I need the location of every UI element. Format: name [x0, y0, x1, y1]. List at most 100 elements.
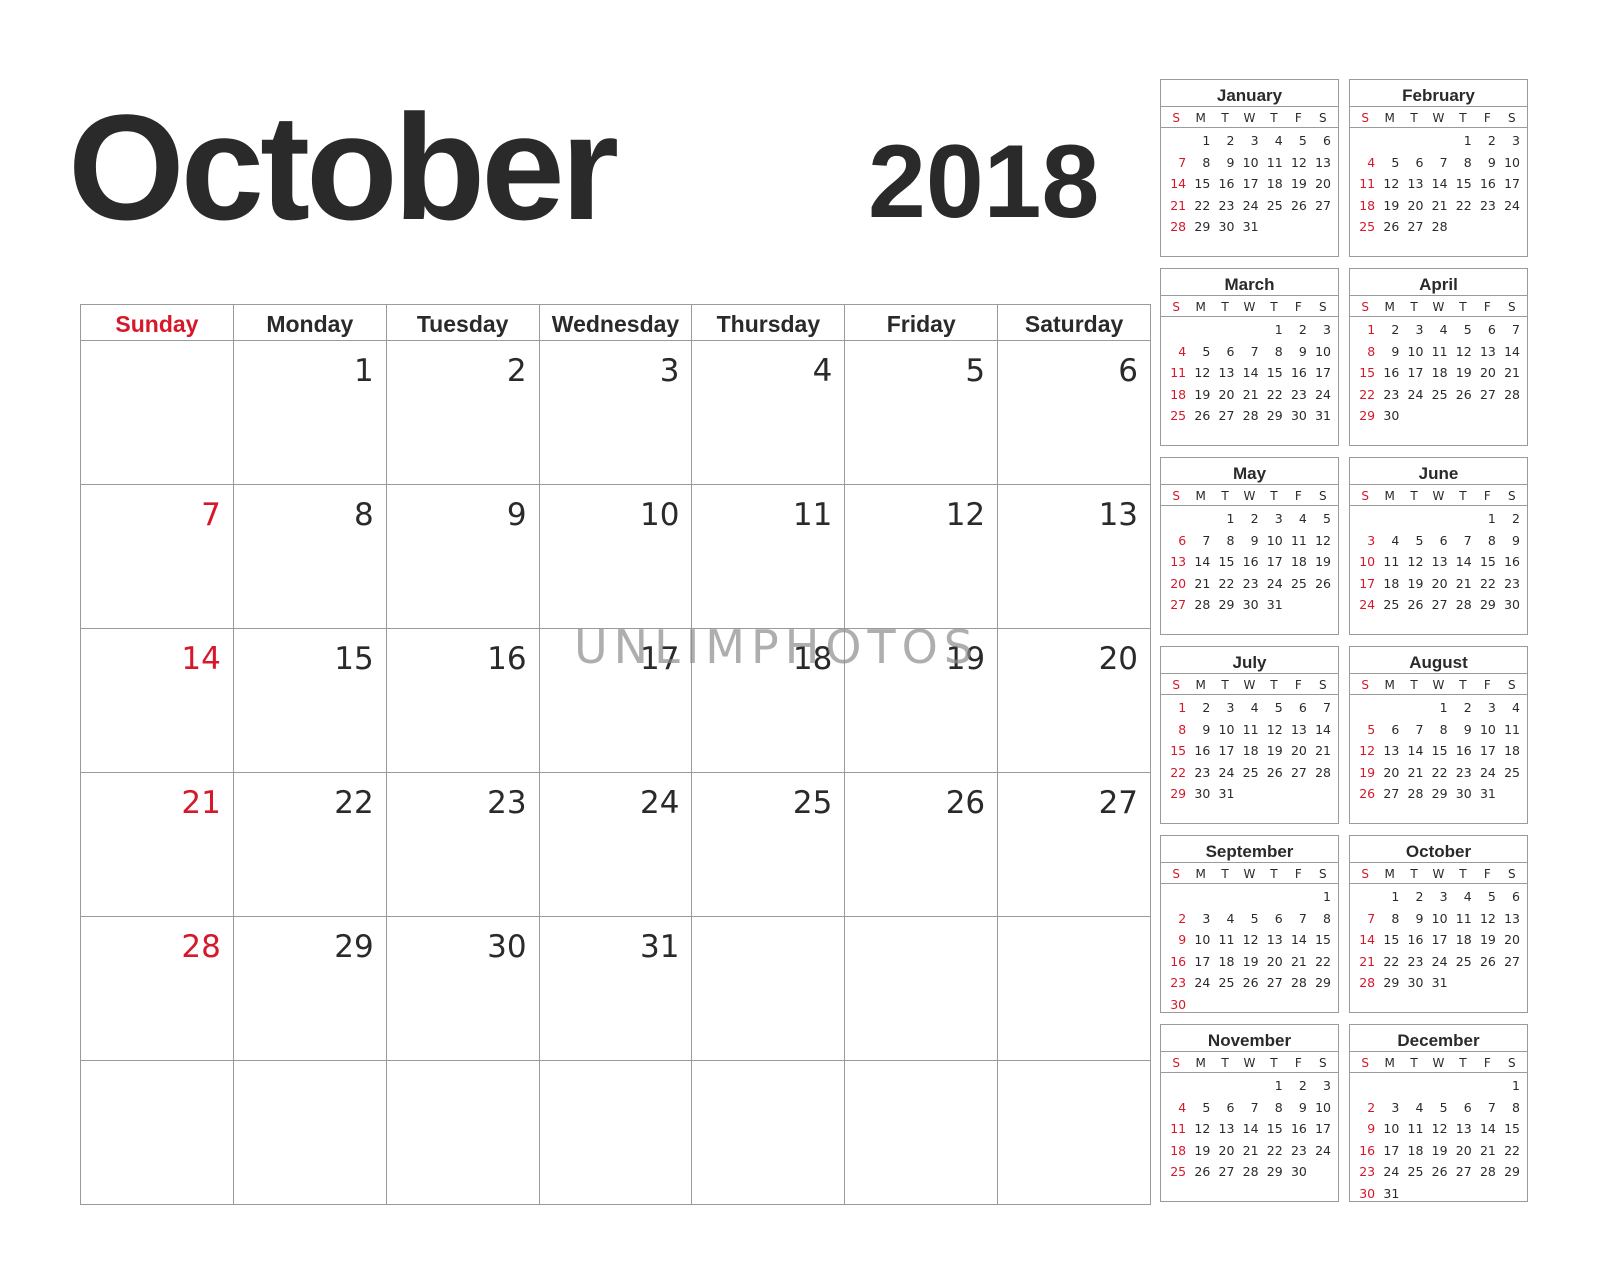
mini-day: 19	[1383, 197, 1400, 213]
mini-day: 29	[1504, 1164, 1520, 1179]
day-cell[interactable]: 17	[538, 629, 692, 772]
mini-month-title: November	[1161, 1025, 1338, 1052]
day-cell[interactable]: 20	[997, 629, 1150, 772]
mini-weekday-label: W	[1432, 1056, 1445, 1070]
mini-day: 17	[1242, 176, 1259, 191]
day-cell[interactable]: 23	[385, 773, 539, 916]
mini-day: 5	[1298, 133, 1307, 148]
mini-day: 8	[1226, 532, 1235, 548]
mini-day: 24	[1194, 975, 1211, 990]
mini-day: 3	[1226, 700, 1235, 715]
mini-day: 28	[1407, 786, 1424, 801]
mini-day: 16	[1504, 554, 1520, 569]
day-cell[interactable]: 25	[691, 773, 844, 916]
day-cell[interactable]: 18	[691, 629, 844, 772]
day-cell[interactable]: 6	[997, 341, 1150, 484]
day-cell[interactable]: 10	[538, 485, 692, 628]
day-cell[interactable]	[385, 1061, 539, 1204]
day-cell[interactable]	[997, 917, 1150, 1060]
mini-weekday-label: S	[1318, 111, 1327, 125]
day-cell[interactable]	[81, 341, 233, 484]
mini-day: 22	[1266, 1142, 1283, 1158]
day-cell[interactable]	[844, 1061, 997, 1204]
day-cell[interactable]: 26	[844, 773, 997, 916]
day-cell[interactable]: 11	[691, 485, 844, 628]
day-cell[interactable]	[997, 1061, 1150, 1204]
mini-empty	[1449, 1075, 1473, 1097]
mini-day: 17	[1383, 1142, 1400, 1158]
mini-month-title: February	[1350, 80, 1527, 107]
day-cell[interactable]: 14	[81, 629, 233, 772]
mini-day: 22	[1431, 764, 1448, 780]
day-cell[interactable]: 15	[232, 629, 386, 772]
mini-day: 17	[1315, 1121, 1331, 1136]
mini-weekday-label: M	[1384, 489, 1395, 503]
day-number: 22	[334, 785, 374, 821]
day-cell[interactable]: 5	[844, 341, 997, 484]
day-cell[interactable]: 12	[844, 485, 997, 628]
mini-day: 4	[1178, 343, 1187, 359]
day-cell[interactable]: 24	[538, 773, 692, 916]
mini-day: 26	[1383, 219, 1400, 234]
day-cell[interactable]: 19	[844, 629, 997, 772]
day-cell[interactable]: 22	[232, 773, 386, 916]
day-cell[interactable]: 31	[538, 917, 692, 1060]
day-cell[interactable]	[691, 1061, 844, 1204]
day-cell[interactable]	[232, 1061, 386, 1204]
mini-weekday-label: S	[1361, 489, 1370, 503]
mini-day: 3	[1202, 910, 1211, 926]
mini-day: 14	[1455, 554, 1472, 569]
mini-day: 27	[1504, 953, 1520, 969]
mini-day: 13	[1290, 721, 1307, 737]
day-cell[interactable]: 13	[997, 485, 1150, 628]
mini-weekday-label: T	[1410, 489, 1418, 503]
mini-day: 28	[1431, 219, 1448, 234]
day-number: 27	[1098, 785, 1139, 821]
mini-day: 7	[1250, 343, 1259, 359]
mini-day: 4	[1226, 910, 1235, 926]
mini-month-title: September	[1161, 836, 1338, 863]
day-cell[interactable]	[691, 917, 844, 1060]
mini-day: 13	[1170, 554, 1187, 569]
mini-weekday-label: F	[1483, 867, 1491, 881]
mini-day: 24	[1266, 575, 1283, 591]
day-cell[interactable]: 16	[385, 629, 539, 772]
mini-day: 8	[1439, 721, 1448, 737]
mini-weekday-label: T	[1270, 300, 1278, 314]
day-cell[interactable]: 3	[538, 341, 692, 484]
day-cell[interactable]	[81, 1061, 233, 1204]
day-cell[interactable]: 9	[385, 485, 539, 628]
day-cell[interactable]: 4	[691, 341, 844, 484]
mini-day: 22	[1218, 575, 1235, 591]
day-cell[interactable]	[538, 1061, 692, 1204]
mini-day: 17	[1194, 953, 1211, 969]
mini-day: 9	[1250, 532, 1259, 548]
mini-weekday-label: S	[1361, 111, 1370, 125]
mini-day: 8	[1391, 910, 1400, 926]
mini-day: 21	[1504, 365, 1520, 380]
day-cell[interactable]: 7	[81, 485, 233, 628]
mini-day: 31	[1266, 597, 1283, 612]
day-cell[interactable]: 27	[997, 773, 1150, 916]
day-cell[interactable]: 2	[385, 341, 539, 484]
day-cell[interactable]: 21	[81, 773, 233, 916]
day-cell[interactable]: 28	[81, 917, 233, 1060]
mini-empty	[1235, 886, 1259, 908]
mini-day: 27	[1479, 386, 1496, 402]
mini-weekday-label: F	[1294, 111, 1302, 125]
day-cell[interactable]	[844, 917, 997, 1060]
day-cell[interactable]: 29	[232, 917, 386, 1060]
day-cell[interactable]: 30	[385, 917, 539, 1060]
mini-month-december: December S M T W T F S 1 2 3 4 5 6 7 8 9 10 11 12 13 14 15 16 17…	[1349, 1024, 1528, 1202]
mini-day: 26	[1455, 386, 1472, 402]
mini-weekday-label: M	[1195, 111, 1206, 125]
mini-day: 12	[1290, 154, 1307, 170]
mini-day: 2	[1298, 322, 1307, 337]
mini-day: 17	[1218, 743, 1235, 758]
mini-day: 13	[1266, 932, 1283, 947]
day-cell[interactable]: 1	[232, 341, 386, 484]
mini-weekday-row: SMTWTFS	[1350, 107, 1527, 128]
day-cell[interactable]: 8	[232, 485, 386, 628]
mini-day: 1	[1202, 133, 1211, 148]
mini-day: 22	[1359, 386, 1376, 402]
